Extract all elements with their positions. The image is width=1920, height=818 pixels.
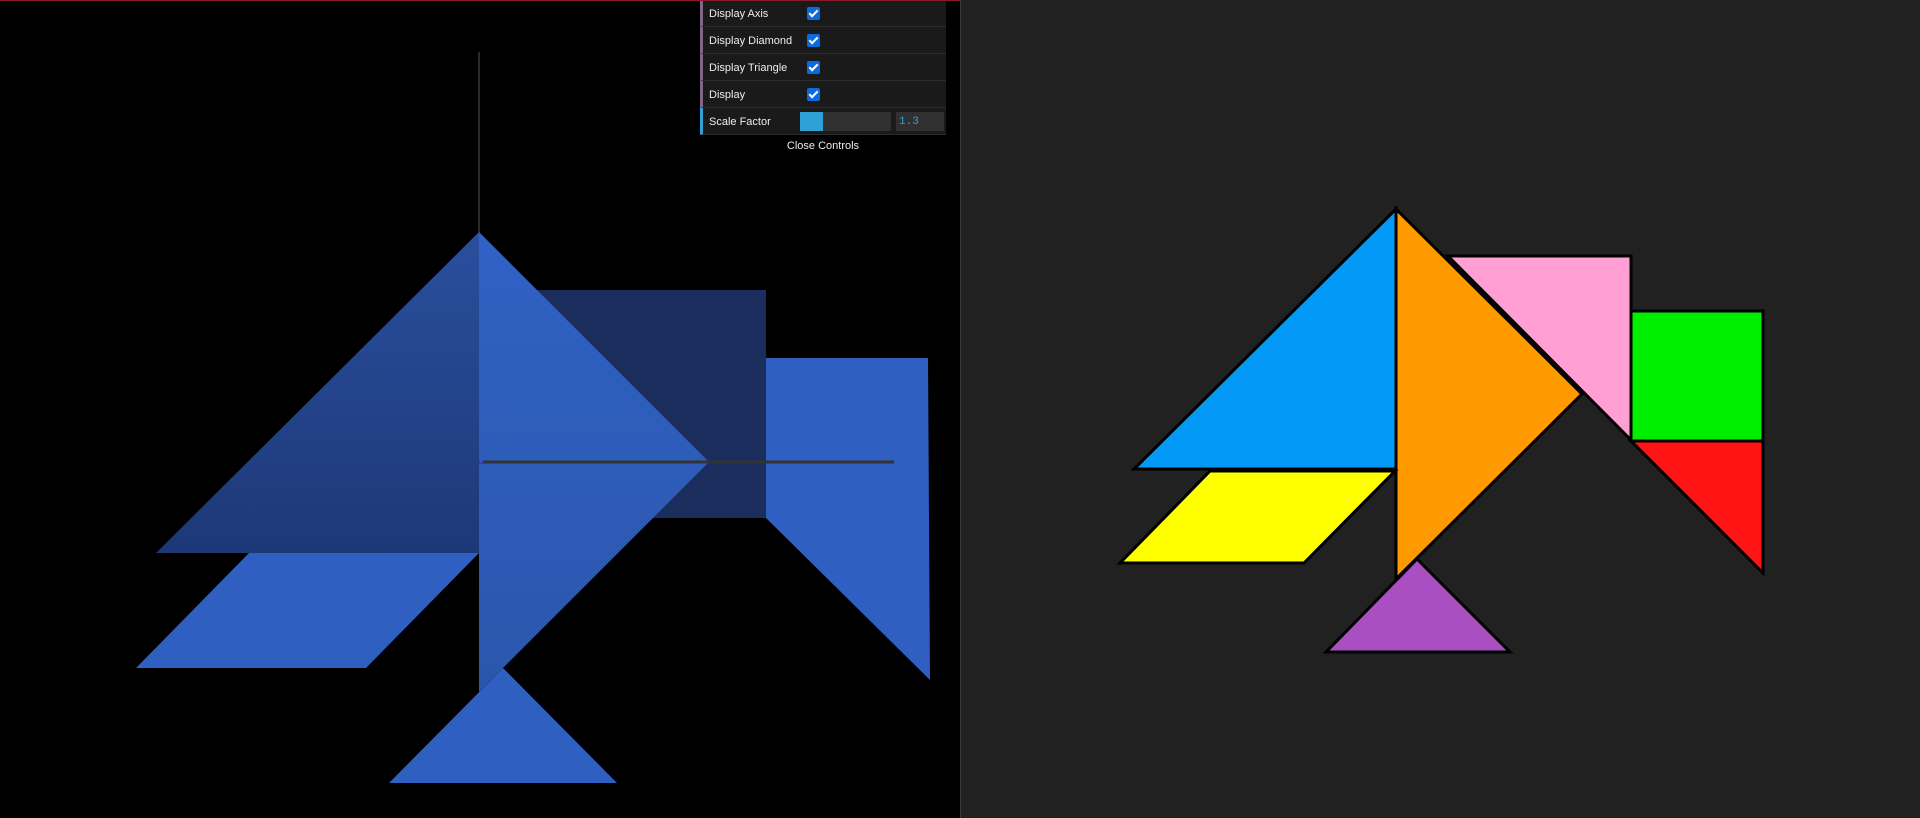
tangram-yellow-parallelogram <box>1116 469 1399 565</box>
tangram-red-triangle <box>1627 439 1765 577</box>
tangram-reference-panel <box>961 0 1920 818</box>
tangram-canvas <box>1116 205 1765 654</box>
tangram-purple-triangle <box>1322 556 1514 654</box>
tangram-blue-triangle <box>1130 205 1398 471</box>
tangram-green-square <box>1629 309 1765 443</box>
